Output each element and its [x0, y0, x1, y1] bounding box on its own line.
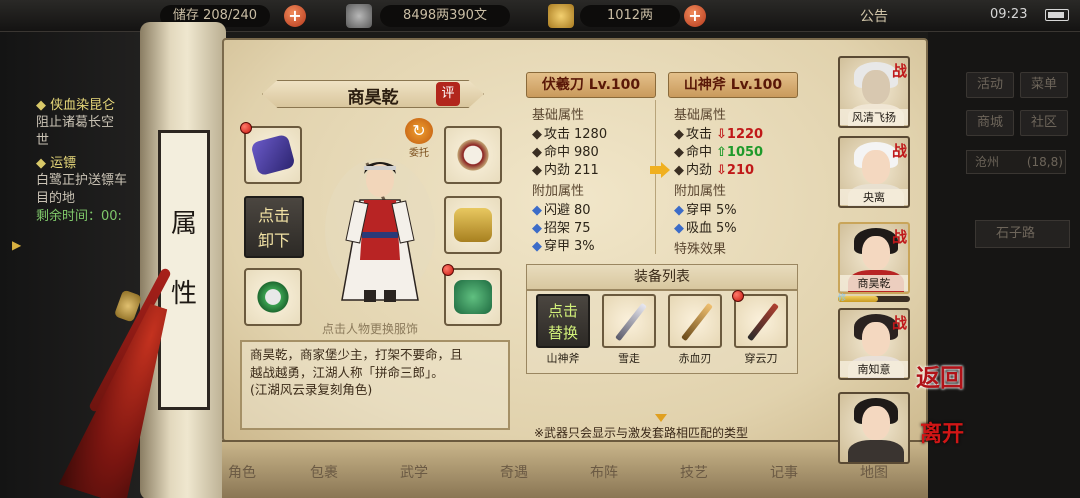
equip-item-name: 穿云刀 [744, 352, 778, 365]
stat-inner-power: ◆ 内劲 ⇩210 [674, 163, 755, 178]
bottom-menu-role[interactable]: 角色 [228, 462, 256, 482]
replace-button[interactable]: 点击 替换 [536, 294, 590, 348]
battery-icon [1045, 9, 1069, 21]
equip-slot-necklace[interactable] [444, 126, 502, 184]
bottom-menu-martial[interactable]: 武学 [400, 462, 428, 482]
notification-dot [732, 290, 744, 302]
menu-shop[interactable]: 商城 [966, 110, 1014, 136]
announcement-button[interactable]: 公告 [860, 6, 888, 26]
hat-icon [250, 133, 296, 177]
party-member-5[interactable] [838, 392, 910, 464]
stat-hit: ◆ 命中 ⇧1050 [674, 145, 764, 160]
hp-bar: 修 [838, 293, 910, 302]
ring-icon [254, 280, 292, 314]
party-portraits: 风清飞扬 战 央离 战 商昊乾 战 修 南知意 战 [834, 52, 918, 498]
return-button[interactable]: 返回 [916, 358, 964, 393]
menu-community[interactable]: 社区 [1020, 110, 1068, 136]
character-description: 商昊乾，商家堡少主，打架不要命，且 越战越勇，江湖人称「拼命三郎」。 (江湖风云… [240, 340, 510, 430]
character-figure[interactable] [320, 140, 440, 316]
blade-icon [681, 302, 713, 342]
notification-dot [240, 122, 252, 134]
equip-item-name: 雪走 [618, 352, 640, 365]
stat-hit: ◆ 命中 980 [532, 145, 599, 160]
current-weapon-card: 伏羲刀 Lv.100 基础属性 ◆ 攻击 1280 ◆ 命中 980 ◆ 内劲 211 附加… [526, 72, 656, 254]
equipment-list-header: 装备列表 [526, 264, 798, 290]
leave-button[interactable]: 离开 [920, 416, 964, 448]
stat-attack: ◆ 攻击 1280 [532, 127, 608, 142]
stat-attack: ◆ 攻击 ⇩1220 [674, 127, 764, 142]
saber-icon [747, 302, 779, 342]
quest-title-1[interactable]: 侠血染昆仑 [36, 94, 115, 113]
armor-icon [454, 208, 492, 242]
necklace-icon [454, 138, 492, 172]
bottom-menu-formation[interactable]: 布阵 [590, 462, 618, 482]
party-member-1[interactable]: 风清飞扬 战 [838, 56, 910, 128]
quest-body-2: 白鹭正护送镖车 目的地 剩余时间：00: [36, 173, 128, 224]
equip-slot-armor[interactable] [444, 196, 502, 254]
party-member-2[interactable]: 央离 战 [838, 136, 910, 208]
gold-plus-button[interactable]: + [684, 5, 706, 27]
special-effect-label: 特殊效果 [674, 242, 727, 257]
equip-item-name: 山神斧 [546, 352, 580, 365]
stat-inner-power: ◆ 内劲 211 [532, 163, 599, 178]
jade-accessory-icon [454, 280, 492, 314]
quest-body-1: 阻止诸葛长空 世 [36, 115, 115, 148]
party-member-4[interactable]: 南知意 战 [838, 308, 910, 380]
bottom-menu-skills[interactable]: 技艺 [680, 462, 708, 482]
stat-parry: ◆ 招架 75 [532, 221, 591, 236]
stat-lifesteal: ◆ 吸血 5% [674, 221, 737, 236]
quest-title-2[interactable]: 运镖 [36, 152, 76, 171]
change-outfit-hint: 点击人物更换服饰 [322, 322, 419, 336]
party-member-3[interactable]: 商昊乾 战 [838, 222, 910, 294]
compare-weapon-card: 山神斧 Lv.100 基础属性 ◆ 攻击 ⇩1220 ◆ 命中 ⇧1050 ◆ 内劲 ⇩21… [668, 72, 798, 257]
stat-pierce: ◆ 穿甲 3% [532, 239, 595, 254]
review-badge[interactable]: 评 [436, 82, 460, 106]
equipment-list: 装备列表 点击 替换 山神斧 雪走 赤血刃 穿云刀 [526, 264, 798, 440]
gold-ingot-icon [548, 4, 574, 28]
notification-dot [442, 264, 454, 276]
stat-dodge: ◆ 闪避 80 [532, 203, 591, 218]
compare-weapon-title: 山神斧 Lv.100 [668, 72, 798, 98]
menu-main[interactable]: 菜单 [1020, 72, 1068, 98]
equip-item-xuezou[interactable] [602, 294, 656, 348]
menu-activity[interactable]: 活动 [966, 72, 1014, 98]
road-label[interactable]: 石子路 [975, 220, 1070, 248]
clock-time: 09:23 [990, 7, 1028, 22]
inventory-plus-button[interactable]: + [284, 5, 306, 27]
unload-button[interactable]: 点击 卸下 [244, 196, 304, 258]
current-weapon-title: 伏羲刀 Lv.100 [526, 72, 656, 98]
equip-item-chuanyundao[interactable] [734, 294, 788, 348]
sword-icon [615, 302, 647, 342]
equip-slot-hat[interactable] [244, 126, 302, 184]
bottom-menu-bag[interactable]: 包裹 [310, 462, 338, 482]
bottom-menu-log[interactable]: 记事 [770, 462, 798, 482]
weapon-filter-note: ※武器只会显示与激发套路相匹配的类型 [534, 426, 749, 440]
equip-slot-accessory[interactable] [444, 268, 502, 326]
silver-coin-icon [346, 4, 372, 28]
scroll-char-1: 属 [170, 209, 197, 239]
bottom-menu-map[interactable]: 地图 [860, 462, 888, 482]
stat-pierce: ◆ 穿甲 5% [674, 203, 737, 218]
expand-arrow-icon[interactable]: ▶ [12, 238, 21, 252]
bottom-menu-encounter[interactable]: 奇遇 [500, 462, 528, 482]
quest-timer: 剩余时间：00: [36, 209, 122, 224]
equip-slot-ring[interactable] [244, 268, 302, 326]
equip-item-name: 赤血刃 [678, 352, 712, 365]
equip-item-chixuerren[interactable] [668, 294, 722, 348]
location-display: 沧州 (18,8) [966, 150, 1066, 174]
money-amount: 8498两390文 [380, 5, 510, 27]
gold-amount: 1012两 [580, 5, 680, 27]
